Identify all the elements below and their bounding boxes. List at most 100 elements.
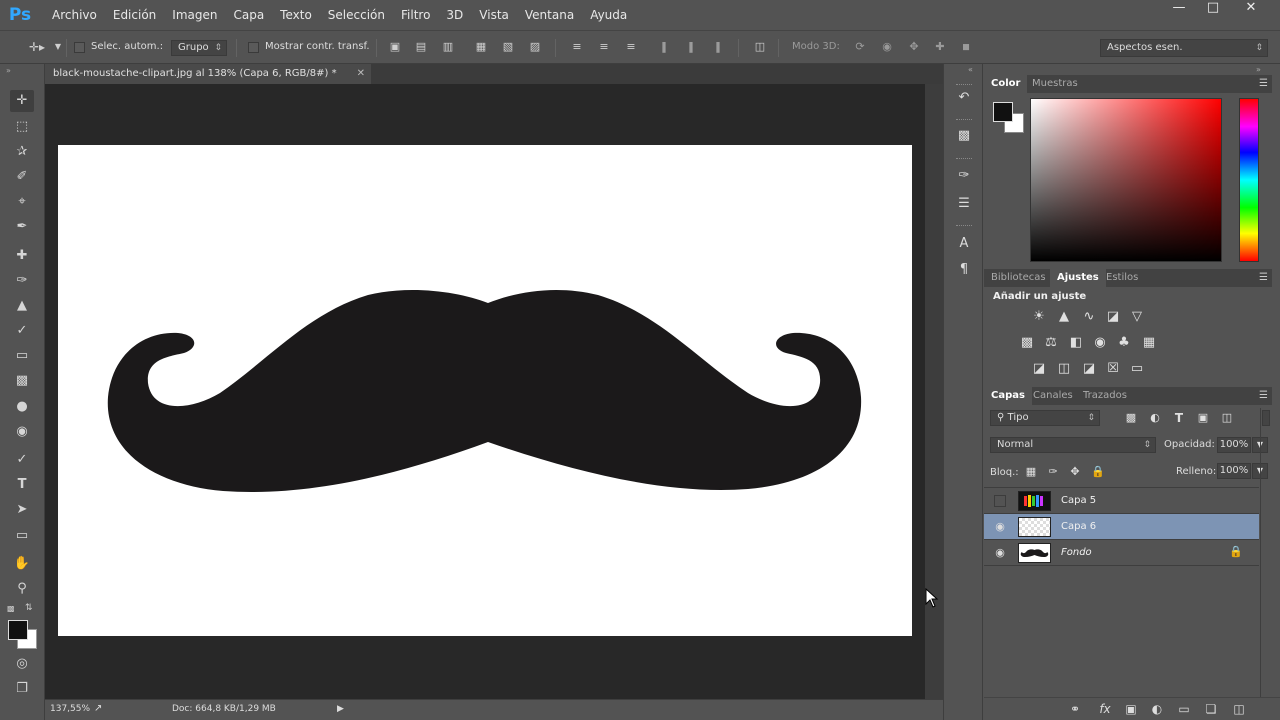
- screen-mode-icon[interactable]: ❐: [10, 678, 34, 700]
- visibility-toggle-off[interactable]: [994, 495, 1006, 507]
- shape-tool-icon[interactable]: ▭: [10, 525, 34, 547]
- properties-panel-icon[interactable]: ▩: [954, 126, 974, 146]
- foreground-color-swatch[interactable]: [8, 620, 28, 640]
- new-group-icon[interactable]: ▭: [1175, 701, 1193, 717]
- distribute-vcenter-icon[interactable]: ≡: [596, 40, 612, 54]
- photo-filter-icon[interactable]: ◉: [1091, 335, 1109, 351]
- filter-toggle[interactable]: [1262, 410, 1270, 426]
- show-transform-checkbox[interactable]: [248, 42, 259, 53]
- align-vcenter-icon[interactable]: ▤: [413, 40, 429, 54]
- filter-type-icon[interactable]: T: [1170, 410, 1188, 426]
- eye-icon[interactable]: ◉: [993, 520, 1007, 534]
- auto-select-dropdown[interactable]: Grupo: [171, 40, 227, 56]
- black-white-icon[interactable]: ◧: [1067, 335, 1085, 351]
- move-tool-preset-icon[interactable]: ✛▸: [26, 40, 48, 54]
- workspace-dropdown[interactable]: Aspectos esen.: [1100, 39, 1268, 57]
- document-tab[interactable]: black-moustache-clipart.jpg al 138% (Cap…: [45, 64, 371, 84]
- hue-saturation-icon[interactable]: ▩: [1018, 335, 1036, 351]
- close-icon[interactable]: ✕: [1230, 0, 1272, 18]
- invert-icon[interactable]: ◪: [1030, 361, 1048, 377]
- align-top-icon[interactable]: ▣: [387, 40, 403, 54]
- crop-tool-icon[interactable]: ⌖: [10, 191, 34, 213]
- panel-menu-icon[interactable]: ☰: [1259, 75, 1268, 93]
- canvas[interactable]: [58, 145, 912, 636]
- zoom-level[interactable]: 137,55%: [50, 704, 90, 714]
- camera-3d-icon[interactable]: ◾: [958, 40, 974, 54]
- tab-canales[interactable]: Canales: [1026, 387, 1080, 405]
- color-picker-field[interactable]: [1030, 98, 1222, 262]
- stamp-tool-icon[interactable]: ▲: [10, 295, 34, 317]
- drag-3d-icon[interactable]: ✥: [906, 40, 922, 54]
- default-colors-icon[interactable]: ▩: [7, 604, 15, 613]
- threshold-icon[interactable]: ◪: [1080, 361, 1098, 377]
- align-hcenter-icon[interactable]: ▧: [500, 40, 516, 54]
- minimize-icon[interactable]: —: [1162, 0, 1196, 18]
- align-right-icon[interactable]: ▨: [527, 40, 543, 54]
- layer-row-selected[interactable]: ◉ Capa 6: [984, 514, 1259, 540]
- gradient-tool-icon[interactable]: ▩: [10, 370, 34, 392]
- tab-bibliotecas[interactable]: Bibliotecas: [984, 269, 1053, 287]
- color-balance-icon[interactable]: ⚖: [1042, 335, 1060, 351]
- maximize-icon[interactable]: □: [1196, 0, 1230, 18]
- tab-trazados[interactable]: Trazados: [1076, 387, 1134, 405]
- character-panel-icon[interactable]: A: [954, 234, 974, 254]
- tab-muestras[interactable]: Muestras: [1025, 75, 1085, 93]
- menu-3d[interactable]: 3D: [438, 0, 471, 30]
- roll-3d-icon[interactable]: ◉: [879, 40, 895, 54]
- brush-tool-icon[interactable]: ✑: [10, 270, 34, 292]
- panel-menu-icon[interactable]: ☰: [1259, 269, 1268, 287]
- type-tool-icon[interactable]: T: [10, 474, 34, 496]
- hand-tool-icon[interactable]: ✋: [10, 553, 34, 575]
- filter-smart-object-icon[interactable]: ◫: [1218, 410, 1236, 426]
- dodge-tool-icon[interactable]: ◉: [10, 421, 34, 443]
- curves-icon[interactable]: ∿: [1080, 309, 1098, 325]
- filter-pixel-icon[interactable]: ▩: [1122, 410, 1140, 426]
- blur-tool-icon[interactable]: ●: [10, 396, 34, 418]
- lock-all-icon[interactable]: 🔒: [1089, 464, 1107, 480]
- fx-icon[interactable]: fx: [1096, 701, 1114, 717]
- rotate-3d-icon[interactable]: ⟳: [852, 40, 868, 54]
- brush-panel-icon[interactable]: ✑: [954, 166, 974, 186]
- adjustment-layer-icon[interactable]: ◐: [1148, 701, 1166, 717]
- filter-shape-icon[interactable]: ▣: [1194, 410, 1212, 426]
- menu-capa[interactable]: Capa: [225, 0, 272, 30]
- new-layer-icon[interactable]: ❏: [1202, 701, 1220, 717]
- eraser-tool-icon[interactable]: ▭: [10, 345, 34, 367]
- collapse-panels-icon[interactable]: »: [1256, 65, 1261, 74]
- distribute-top-icon[interactable]: ≡: [569, 40, 585, 54]
- channel-mixer-icon[interactable]: ♣: [1115, 335, 1133, 351]
- menu-seleccion[interactable]: Selección: [320, 0, 393, 30]
- history-brush-tool-icon[interactable]: ✓: [10, 320, 34, 342]
- selective-color-icon[interactable]: ☒: [1104, 361, 1122, 377]
- zoom-tool-icon[interactable]: ⚲: [10, 578, 34, 600]
- export-icon[interactable]: ↗: [94, 703, 102, 714]
- distribute-right-icon[interactable]: ‖: [710, 40, 726, 54]
- filter-adjustment-icon[interactable]: ◐: [1146, 410, 1164, 426]
- brightness-icon[interactable]: ☀: [1030, 309, 1048, 325]
- trash-icon[interactable]: ◫: [1230, 701, 1248, 717]
- tab-estilos[interactable]: Estilos: [1099, 269, 1145, 287]
- menu-ayuda[interactable]: Ayuda: [582, 0, 635, 30]
- gradient-map-icon[interactable]: ▭: [1128, 361, 1146, 377]
- hue-slider[interactable]: [1239, 98, 1259, 262]
- tab-ajustes[interactable]: Ajustes: [1050, 269, 1106, 287]
- panel-menu-icon[interactable]: ☰: [1259, 387, 1268, 405]
- menu-archivo[interactable]: Archivo: [44, 0, 105, 30]
- layer-filter-dropdown[interactable]: ⚲ Tipo: [990, 410, 1100, 426]
- brush-presets-icon[interactable]: ☰: [954, 194, 974, 214]
- eyedropper-tool-icon[interactable]: ✒: [10, 216, 34, 238]
- blend-mode-dropdown[interactable]: Normal: [990, 437, 1156, 453]
- expand-dock-icon[interactable]: «: [968, 65, 973, 74]
- posterize-icon[interactable]: ◫: [1055, 361, 1073, 377]
- vibrance-icon[interactable]: ▽: [1128, 309, 1146, 325]
- exposure-icon[interactable]: ◪: [1104, 309, 1122, 325]
- distribute-left-icon[interactable]: ‖: [656, 40, 672, 54]
- menu-texto[interactable]: Texto: [272, 0, 320, 30]
- align-left-icon[interactable]: ▦: [473, 40, 489, 54]
- lock-position-icon[interactable]: ✥: [1066, 464, 1084, 480]
- move-tool-icon[interactable]: ✛: [10, 90, 34, 112]
- layer-row[interactable]: ◉ Fondo 🔒: [984, 540, 1259, 566]
- auto-select-checkbox[interactable]: [74, 42, 85, 53]
- menu-imagen[interactable]: Imagen: [164, 0, 225, 30]
- menu-edicion[interactable]: Edición: [105, 0, 164, 30]
